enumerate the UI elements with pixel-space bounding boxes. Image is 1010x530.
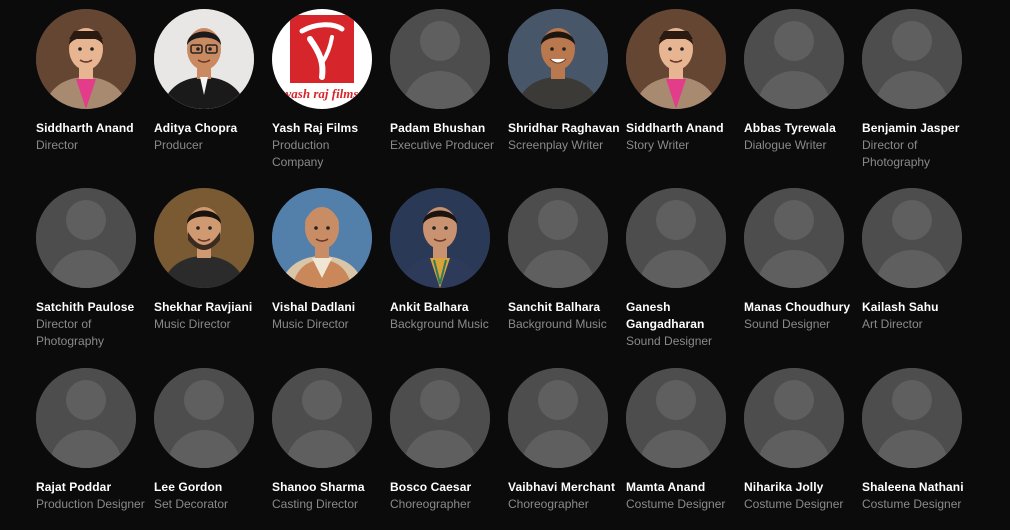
crew-card[interactable]: Satchith Paulose Director of Photography — [36, 188, 148, 350]
placeholder-person-icon[interactable] — [36, 368, 136, 468]
crew-name[interactable]: Padam Bhushan — [390, 120, 502, 137]
crew-name[interactable]: Shaleena Nathani — [862, 479, 974, 496]
placeholder-person-icon[interactable] — [626, 368, 726, 468]
crew-name[interactable]: Aditya Chopra — [154, 120, 266, 137]
crew-name[interactable]: Lee Gordon — [154, 479, 266, 496]
crew-name[interactable]: Vaibhavi Merchant — [508, 479, 620, 496]
crew-card[interactable]: Rajat Poddar Production Designer — [36, 368, 148, 513]
crew-card[interactable]: Lee Gordon Set Decorator — [154, 368, 266, 513]
crew-role: Screenplay Writer — [508, 138, 604, 152]
crew-name[interactable]: Siddharth Anand — [36, 120, 148, 137]
crew-role: Choreographer — [390, 497, 471, 511]
crew-avatar[interactable] — [390, 188, 490, 288]
crew-name[interactable]: Ankit Balhara — [390, 299, 502, 316]
crew-name[interactable]: Sanchit Balhara — [508, 299, 620, 316]
crew-name[interactable]: Bosco Caesar — [390, 479, 502, 496]
crew-name[interactable]: Yash Raj Films — [272, 120, 384, 137]
crew-card[interactable]: Manas Choudhury Sound Designer — [744, 188, 856, 333]
crew-role: Sound Designer — [626, 334, 713, 348]
crew-name[interactable]: Abbas Tyrewala — [744, 120, 856, 137]
crew-role: Background Music — [390, 317, 489, 331]
crew-role: Set Decorator — [154, 497, 229, 511]
crew-card[interactable]: Shaleena Nathani Costume Designer — [862, 368, 974, 513]
crew-role: Costume Designer — [862, 497, 962, 511]
crew-role: Art Director — [862, 317, 923, 331]
placeholder-person-icon[interactable] — [862, 188, 962, 288]
crew-role: Casting Director — [272, 497, 359, 511]
crew-card[interactable]: Abbas Tyrewala Dialogue Writer — [744, 9, 856, 154]
crew-name[interactable]: Ganesh Gangadharan — [626, 299, 738, 333]
crew-card[interactable]: Kailash Sahu Art Director — [862, 188, 974, 333]
placeholder-person-icon[interactable] — [272, 368, 372, 468]
crew-card[interactable]: Bosco Caesar Choreographer — [390, 368, 502, 513]
placeholder-person-icon[interactable] — [626, 188, 726, 288]
crew-name[interactable]: Mamta Anand — [626, 479, 738, 496]
placeholder-person-icon[interactable] — [508, 188, 608, 288]
crew-avatar[interactable] — [154, 188, 254, 288]
crew-card[interactable]: Shridhar Raghavan Screenplay Writer — [508, 9, 620, 154]
crew-name[interactable]: Manas Choudhury — [744, 299, 856, 316]
crew-role: Costume Designer — [744, 497, 844, 511]
crew-name[interactable]: Shanoo Sharma — [272, 479, 384, 496]
crew-role: Production Designer — [36, 497, 145, 511]
placeholder-person-icon[interactable] — [390, 368, 490, 468]
crew-card[interactable]: Benjamin Jasper Director of Photography — [862, 9, 974, 171]
crew-card[interactable]: Niharika Jolly Costume Designer — [744, 368, 856, 513]
crew-card[interactable]: Padam Bhushan Executive Producer — [390, 9, 502, 154]
crew-role: Executive Producer — [390, 138, 495, 152]
crew-role: Director — [36, 138, 79, 152]
crew-role: Background Music — [508, 317, 607, 331]
crew-card[interactable]: Ankit Balhara Background Music — [390, 188, 502, 333]
crew-role: Costume Designer — [626, 497, 726, 511]
crew-avatar[interactable] — [626, 9, 726, 109]
crew-avatar[interactable] — [154, 9, 254, 109]
crew-name[interactable]: Rajat Poddar — [36, 479, 148, 496]
crew-name[interactable]: Shekhar Ravjiani — [154, 299, 266, 316]
crew-name[interactable]: Benjamin Jasper — [862, 120, 974, 137]
crew-card[interactable]: Sanchit Balhara Background Music — [508, 188, 620, 333]
crew-role: Producer — [154, 138, 203, 152]
crew-name[interactable]: Satchith Paulose — [36, 299, 148, 316]
crew-role: Dialogue Writer — [744, 138, 827, 152]
crew-role: Sound Designer — [744, 317, 831, 331]
crew-role: Director of Photography — [862, 138, 931, 169]
crew-card[interactable]: Siddharth Anand Director — [36, 9, 148, 154]
crew-name[interactable]: Shridhar Raghavan — [508, 120, 620, 137]
crew-card[interactable]: Ganesh Gangadharan Sound Designer — [626, 188, 738, 350]
placeholder-person-icon[interactable] — [744, 368, 844, 468]
crew-role: Choreographer — [508, 497, 589, 511]
placeholder-person-icon[interactable] — [508, 368, 608, 468]
crew-name[interactable]: Niharika Jolly — [744, 479, 856, 496]
crew-card[interactable]: yash raj films Yash Raj Films Production … — [272, 9, 384, 171]
crew-name[interactable]: Vishal Dadlani — [272, 299, 384, 316]
crew-card[interactable]: Siddharth Anand Story Writer — [626, 9, 738, 154]
crew-role: Music Director — [272, 317, 349, 331]
crew-card[interactable]: Shekhar Ravjiani Music Director — [154, 188, 266, 333]
crew-avatar[interactable] — [36, 9, 136, 109]
crew-card[interactable]: Vishal Dadlani Music Director — [272, 188, 384, 333]
crew-role: Story Writer — [626, 138, 690, 152]
crew-name[interactable]: Siddharth Anand — [626, 120, 738, 137]
crew-card[interactable]: Shanoo Sharma Casting Director — [272, 368, 384, 513]
placeholder-person-icon[interactable] — [744, 188, 844, 288]
svg-text:yash raj films: yash raj films — [284, 86, 359, 101]
placeholder-person-icon[interactable] — [390, 9, 490, 109]
crew-avatar[interactable] — [508, 9, 608, 109]
crew-avatar[interactable]: yash raj films — [272, 9, 372, 109]
crew-card[interactable]: Vaibhavi Merchant Choreographer — [508, 368, 620, 513]
crew-role: Director of Photography — [36, 317, 105, 348]
placeholder-person-icon[interactable] — [744, 9, 844, 109]
placeholder-person-icon[interactable] — [36, 188, 136, 288]
crew-card[interactable]: Mamta Anand Costume Designer — [626, 368, 738, 513]
placeholder-person-icon[interactable] — [154, 368, 254, 468]
crew-role: Production Company — [272, 138, 330, 169]
crew-grid: Siddharth Anand Director Aditya Chopra Pro… — [0, 0, 1010, 530]
crew-name[interactable]: Kailash Sahu — [862, 299, 974, 316]
crew-role: Music Director — [154, 317, 231, 331]
placeholder-person-icon[interactable] — [862, 9, 962, 109]
crew-card[interactable]: Aditya Chopra Producer — [154, 9, 266, 154]
placeholder-person-icon[interactable] — [862, 368, 962, 468]
crew-avatar[interactable] — [272, 188, 372, 288]
